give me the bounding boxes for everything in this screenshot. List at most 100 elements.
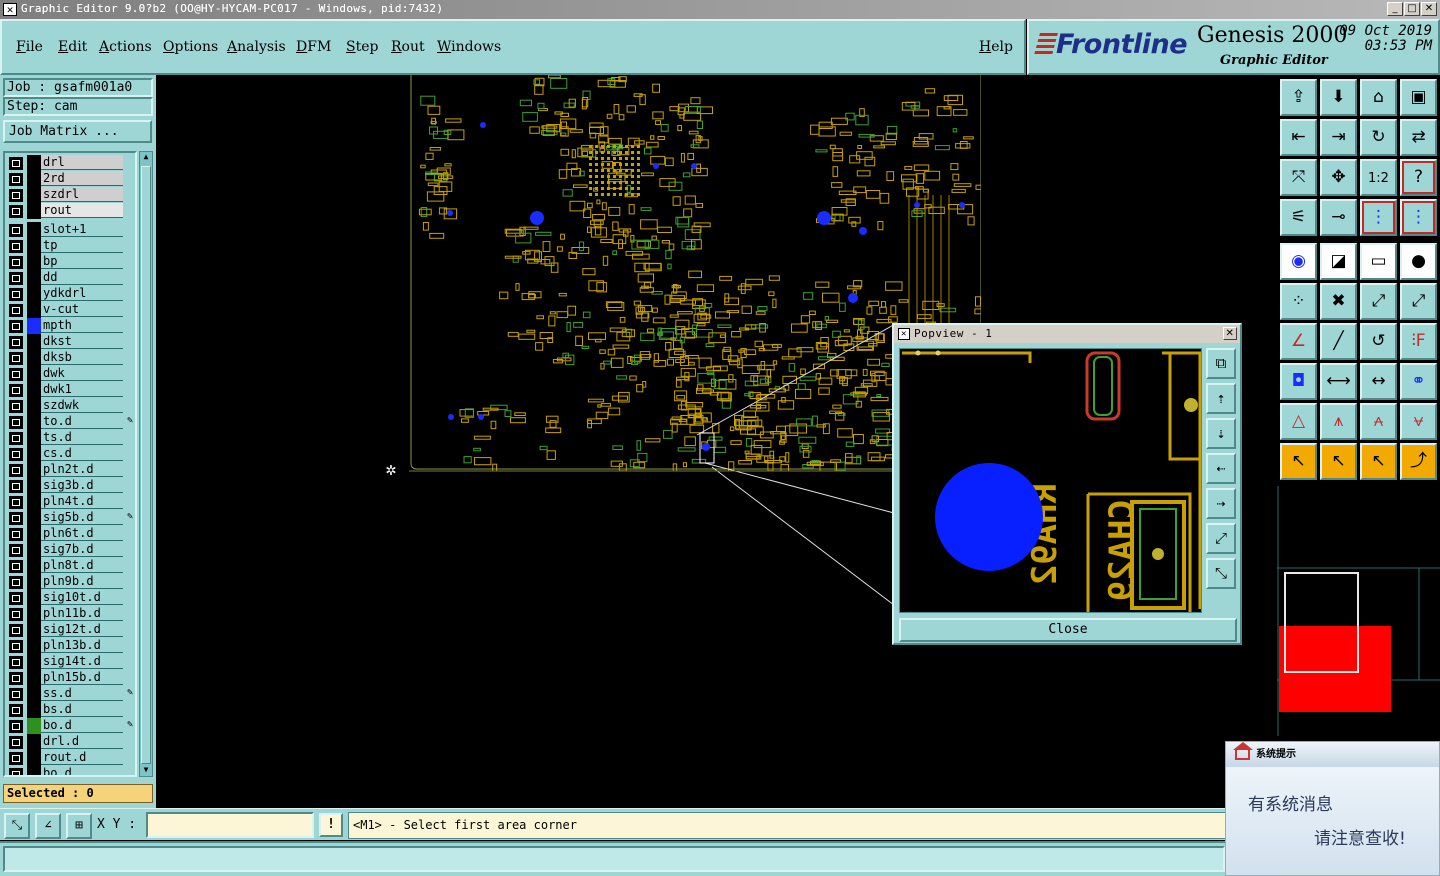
layer-name[interactable]: pln11b.d <box>41 606 123 621</box>
layer-row-pln11b-d[interactable]: pln11b.d <box>5 606 135 622</box>
layer-row-sig5b-d[interactable]: sig5b.d ✎ <box>5 510 135 526</box>
layer-name[interactable]: szdwk <box>41 398 123 413</box>
layer-checkbox[interactable] <box>9 157 23 170</box>
layer-checkbox[interactable] <box>9 512 23 525</box>
layer-color-swatch[interactable] <box>27 203 41 219</box>
menu-step[interactable]: Step <box>346 39 378 55</box>
layer-checkbox[interactable] <box>9 624 23 637</box>
layer-name[interactable]: drl.d <box>41 734 123 749</box>
layer-color-swatch[interactable] <box>27 558 41 574</box>
select-point-icon[interactable]: ◉ <box>1280 243 1317 280</box>
measure-dist-icon[interactable]: ↔ <box>1360 363 1397 400</box>
layer-color-swatch[interactable] <box>27 574 41 590</box>
layer-row-mpth[interactable]: mpth <box>5 318 135 334</box>
layer-row-pln6t-d[interactable]: pln6t.d <box>5 526 135 542</box>
layer-checkbox[interactable] <box>9 528 23 541</box>
layer-row-bo-d[interactable]: bo.d ✎ <box>5 718 135 734</box>
layer-checkbox[interactable] <box>9 272 23 285</box>
layer-row-bs-d[interactable]: bs.d <box>5 702 135 718</box>
triangle4-icon[interactable]: ⩝ <box>1400 403 1437 440</box>
draw-line-icon[interactable]: ◪ <box>1320 243 1357 280</box>
layer-color-swatch[interactable] <box>27 270 41 286</box>
arc-icon[interactable]: ↺ <box>1360 323 1397 360</box>
layer-name[interactable]: bs.d <box>41 702 123 717</box>
layer-checkbox[interactable] <box>9 384 23 397</box>
layer-name[interactable]: ts.d <box>41 430 123 445</box>
layer-checkbox[interactable] <box>9 224 23 237</box>
layer-checkbox[interactable] <box>9 544 23 557</box>
grid-icon[interactable]: ⊞ <box>66 813 92 839</box>
layer-color-swatch[interactable] <box>27 526 41 542</box>
popview-close-icon[interactable]: ✕ <box>1223 327 1237 340</box>
xy-input[interactable] <box>146 812 314 838</box>
layer-row-dd[interactable]: dd <box>5 270 135 286</box>
layer-checkbox[interactable] <box>9 576 23 589</box>
layer-color-swatch[interactable] <box>27 286 41 302</box>
popview-page-left-icon[interactable]: ⇠ <box>1206 453 1236 484</box>
layer-color-swatch[interactable] <box>27 350 41 366</box>
layer-row-bo-d[interactable]: bo.d <box>5 766 135 775</box>
layer-checkbox[interactable] <box>9 704 23 717</box>
popview-zoom-fit-icon[interactable]: ⧉ <box>1206 348 1236 379</box>
popview-close-button[interactable]: Close <box>899 618 1237 642</box>
layer-row-drl[interactable]: drl <box>5 155 135 171</box>
layer-row-pln13b-d[interactable]: pln13b.d <box>5 638 135 654</box>
close-window-button[interactable]: ✕ <box>1421 2 1437 16</box>
layer-row-tp[interactable]: tp <box>5 238 135 254</box>
app-icon[interactable]: ✕ <box>3 3 17 16</box>
message-alert-icon[interactable]: ! <box>319 813 343 837</box>
layer-list-scrollbar[interactable]: ▲ ▼ <box>139 151 153 777</box>
layer-row-ss-d[interactable]: ss.d ✎ <box>5 686 135 702</box>
layer-name[interactable]: sig7b.d <box>41 542 123 557</box>
layer-checkbox[interactable] <box>9 656 23 669</box>
layer-checkbox[interactable] <box>9 173 23 186</box>
layer-color-swatch[interactable] <box>27 238 41 254</box>
pointer-select-icon[interactable]: ↖ <box>1360 443 1397 480</box>
layer-color-swatch[interactable] <box>27 430 41 446</box>
layer-color-swatch[interactable] <box>27 590 41 606</box>
layer-name[interactable]: ss.d <box>41 686 123 701</box>
delete-icon[interactable]: ✖ <box>1320 283 1357 320</box>
layer-row-dwk1[interactable]: dwk1 <box>5 382 135 398</box>
zoom-area-icon[interactable]: ⤡ <box>4 813 30 839</box>
layer-row-to-d[interactable]: to.d ✎ <box>5 414 135 430</box>
layer-color-swatch[interactable] <box>27 686 41 702</box>
menu-analysis[interactable]: Analysis <box>227 39 286 55</box>
layer-color-swatch[interactable] <box>27 446 41 462</box>
move2-icon[interactable]: ⤢ <box>1400 283 1437 320</box>
layer-row-slot-1[interactable]: slot+1 <box>5 222 135 238</box>
layer-name[interactable]: dd <box>41 270 123 285</box>
text-icon[interactable]: ⫶F <box>1400 323 1437 360</box>
layer-name[interactable]: to.d <box>41 414 123 429</box>
layer-name[interactable]: sig14t.d <box>41 654 123 669</box>
layer-color-swatch[interactable] <box>27 510 41 526</box>
layer-row-v-cut[interactable]: v-cut <box>5 302 135 318</box>
layer-name[interactable]: sig10t.d <box>41 590 123 605</box>
layer-checkbox[interactable] <box>9 304 23 317</box>
rotate-icon[interactable]: ↻ <box>1360 119 1397 156</box>
layer-color-swatch[interactable] <box>27 766 41 775</box>
layer-checkbox[interactable] <box>9 672 23 685</box>
net2-icon[interactable]: ⋮ <box>1400 199 1437 236</box>
layer-row-sig12t-d[interactable]: sig12t.d <box>5 622 135 638</box>
measure-icon[interactable]: ⚟ <box>1280 199 1317 236</box>
ruler-icon[interactable]: ▭ <box>1360 243 1397 280</box>
layer-color-swatch[interactable] <box>27 366 41 382</box>
snap-grid-icon[interactable]: ⁘ <box>1280 283 1317 320</box>
system-notification[interactable]: 系统提示 有系统消息 请注意查收! <box>1225 741 1440 876</box>
layer-row-rout-d[interactable]: rout.d <box>5 750 135 766</box>
layer-color-swatch[interactable] <box>27 155 41 171</box>
menu-edit[interactable]: Edit <box>58 39 87 55</box>
maximize-button[interactable]: □ <box>1404 2 1420 16</box>
layer-name[interactable]: bo.d <box>41 766 123 775</box>
layer-checkbox[interactable] <box>9 496 23 509</box>
popview-zoom-in-icon[interactable]: ⤡ <box>1206 558 1236 589</box>
layer-color-swatch[interactable] <box>27 302 41 318</box>
layer-color-swatch[interactable] <box>27 638 41 654</box>
layer-checkbox[interactable] <box>9 736 23 749</box>
save-icon[interactable]: ⬇ <box>1320 79 1357 116</box>
triangle-icon[interactable]: △ <box>1280 403 1317 440</box>
layer-row-dksb[interactable]: dksb <box>5 350 135 366</box>
pad-icon[interactable]: ● <box>1400 243 1437 280</box>
layer-row-sig10t-d[interactable]: sig10t.d <box>5 590 135 606</box>
